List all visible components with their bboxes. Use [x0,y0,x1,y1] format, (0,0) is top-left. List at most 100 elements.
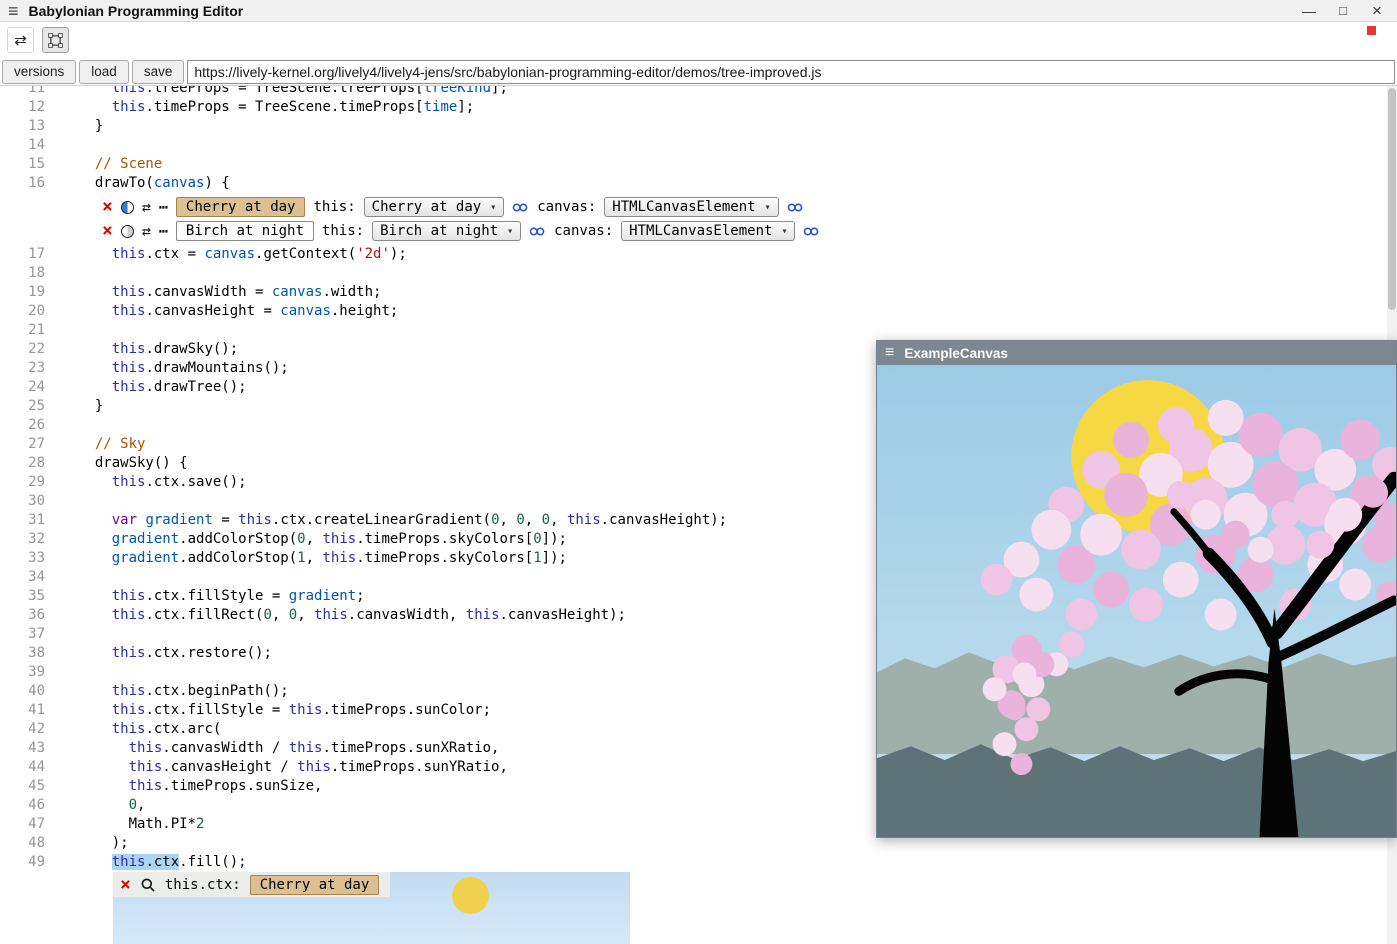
probe-expression: this.ctx: [165,877,241,893]
close-button[interactable]: × [1365,2,1389,19]
save-button[interactable]: save [132,60,185,84]
select-region-button[interactable] [42,27,69,53]
probe-controls: × this.ctx: Cherry at day [113,872,390,897]
example-active-toggle-icon[interactable] [121,225,134,238]
line-number[interactable]: 29 [0,473,50,492]
example-options-icon[interactable]: ⋯ [159,200,168,215]
delete-example-icon[interactable]: × [102,198,113,216]
example-canvas-window[interactable]: ≡ ExampleCanvas [876,340,1397,838]
line-number[interactable]: 48 [0,834,50,853]
example-name-button[interactable]: Cherry at day [176,197,306,217]
line-number[interactable]: 37 [0,625,50,644]
this-value-dropdown[interactable]: Birch at night ▾ [372,221,521,241]
line-number[interactable]: 20 [0,302,50,321]
canvas-value-dropdown[interactable]: HTMLCanvasElement ▾ [604,197,778,217]
line-number[interactable]: 26 [0,416,50,435]
code-line[interactable]: 19 this.canvasWidth = canvas.width; [0,283,1397,302]
line-number[interactable]: 36 [0,606,50,625]
delete-example-icon[interactable]: × [102,222,113,240]
line-number[interactable]: 40 [0,682,50,701]
app-menu-icon[interactable]: ≡ [8,2,19,20]
line-number[interactable]: 49 [0,853,50,872]
link-icon[interactable] [529,225,546,238]
titlebar: ≡ Babylonian Programming Editor — □ × [0,0,1397,22]
line-number[interactable]: 21 [0,321,50,340]
minimize-button[interactable]: — [1297,4,1321,18]
line-number[interactable]: 42 [0,720,50,739]
probe-example-button[interactable]: Cherry at day [250,875,380,895]
example-options-icon[interactable]: ⋯ [159,224,168,239]
this-value-dropdown[interactable]: Cherry at day ▾ [364,197,505,217]
status-indicator [1367,26,1376,35]
code-line[interactable]: 16 drawTo(canvas) { [0,174,1397,193]
app-title: Babylonian Programming Editor [29,3,1287,19]
canvas-value-dropdown[interactable]: HTMLCanvasElement ▾ [621,221,795,241]
line-number[interactable]: 35 [0,587,50,606]
magnifier-icon[interactable] [140,877,156,893]
code-line[interactable]: 21 [0,321,1397,340]
line-number[interactable]: 32 [0,530,50,549]
line-number[interactable]: 19 [0,283,50,302]
link-icon[interactable] [512,201,529,214]
line-number[interactable]: 31 [0,511,50,530]
this-label: this: [322,223,364,239]
line-number[interactable]: 18 [0,264,50,283]
line-number[interactable]: 23 [0,359,50,378]
line-number[interactable]: 14 [0,136,50,155]
line-number[interactable]: 46 [0,796,50,815]
chevron-down-icon: ▾ [781,226,787,237]
line-number[interactable]: 12 [0,98,50,117]
line-number[interactable]: 25 [0,397,50,416]
line-number[interactable]: 43 [0,739,50,758]
dropdown-value: HTMLCanvasElement [629,223,772,239]
line-number[interactable]: 17 [0,245,50,264]
versions-button[interactable]: versions [2,60,76,84]
code-line[interactable]: 14 [0,136,1397,155]
probe-result: × this.ctx: Cherry at day [113,872,630,944]
link-icon[interactable] [803,225,820,238]
code-line[interactable]: 18 [0,264,1397,283]
code-line[interactable]: 49 this.ctx.fill(); [0,853,1397,872]
maximize-button[interactable]: □ [1331,4,1355,17]
code-line[interactable]: 11 this.treeProps = TreeScene.treeProps[… [0,86,1397,98]
line-number[interactable]: 33 [0,549,50,568]
swap-example-icon[interactable]: ⇄ [142,224,151,239]
code-line[interactable]: 17 this.ctx = canvas.getContext('2d'); [0,245,1397,264]
line-number[interactable]: 39 [0,663,50,682]
scrollbar-thumb[interactable] [1388,88,1396,310]
example-name-button[interactable]: Birch at night [176,221,314,241]
line-number[interactable]: 47 [0,815,50,834]
line-number[interactable]: 24 [0,378,50,397]
code-line[interactable]: 20 this.canvasHeight = canvas.height; [0,302,1397,321]
line-number[interactable]: 34 [0,568,50,587]
line-number[interactable]: 27 [0,435,50,454]
line-number[interactable]: 44 [0,758,50,777]
example-row-birch: × ⇄ ⋯ Birch at night this: Birch at nigh… [102,219,1397,243]
line-number[interactable]: 13 [0,117,50,136]
code-line[interactable]: 15 // Scene [0,155,1397,174]
line-number[interactable]: 15 [0,155,50,174]
line-number[interactable]: 41 [0,701,50,720]
link-icon[interactable] [787,201,804,214]
delete-probe-icon[interactable]: × [120,876,131,894]
window-menu-icon[interactable]: ≡ [885,345,894,361]
window-title: ExampleCanvas [904,346,1008,361]
line-number[interactable]: 38 [0,644,50,663]
url-input[interactable] [187,60,1395,84]
canvas-label: canvas: [537,199,596,215]
line-number[interactable]: 11 [0,86,50,98]
swap-example-icon[interactable]: ⇄ [142,200,151,215]
example-active-toggle-icon[interactable] [121,201,134,214]
line-number[interactable]: 22 [0,340,50,359]
line-number[interactable]: 28 [0,454,50,473]
swap-connections-button[interactable]: ⇄ [7,27,34,53]
chevron-down-icon: ▾ [507,226,513,237]
line-number[interactable]: 30 [0,492,50,511]
code-line[interactable]: 12 this.timeProps = TreeScene.timeProps[… [0,98,1397,117]
load-button[interactable]: load [79,60,129,84]
example-canvas-titlebar[interactable]: ≡ ExampleCanvas [877,341,1396,365]
code-line[interactable]: 13 } [0,117,1397,136]
line-number[interactable]: 16 [0,174,50,193]
dropdown-value: HTMLCanvasElement [612,199,755,215]
line-number[interactable]: 45 [0,777,50,796]
